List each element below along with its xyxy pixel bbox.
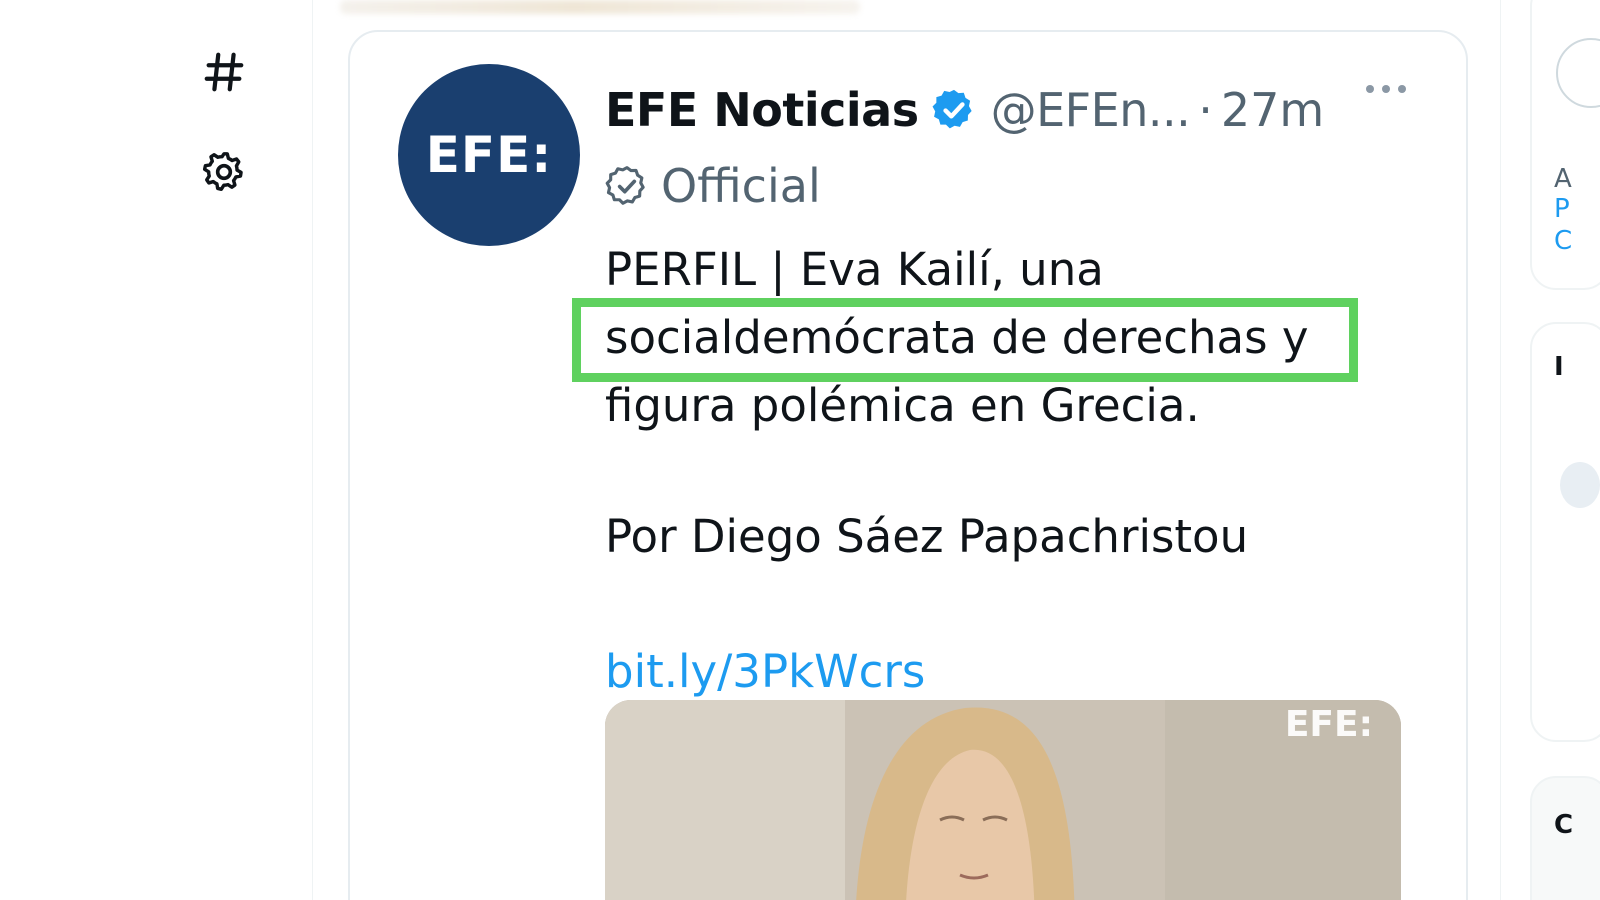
tweet-text-line: PERFIL | Eva Kailí, una bbox=[605, 243, 1104, 296]
right-sidebar-link[interactable]: P bbox=[1554, 194, 1570, 224]
right-sidebar-heading: I bbox=[1554, 352, 1564, 382]
timeline-right-divider bbox=[1500, 0, 1501, 900]
header-separator: · bbox=[1198, 83, 1213, 137]
official-check-icon bbox=[605, 164, 649, 208]
right-sidebar-heading: C bbox=[1554, 810, 1574, 840]
right-sidebar-avatar[interactable] bbox=[1560, 462, 1600, 508]
right-sidebar-circle-button[interactable] bbox=[1556, 38, 1600, 108]
avatar-logo-text: EFE: bbox=[425, 126, 553, 184]
right-sidebar-card bbox=[1530, 322, 1600, 742]
tweet-media-image[interactable]: EFE: bbox=[605, 700, 1401, 900]
tweet-text-line: figura polémica en Grecia. bbox=[605, 379, 1200, 432]
official-label-row: Official bbox=[605, 158, 821, 214]
right-sidebar: A P C I C bbox=[1530, 0, 1600, 900]
tweet-header: EFE Noticias @EFEn... · 27m bbox=[605, 80, 1435, 140]
gear-icon[interactable] bbox=[200, 148, 248, 196]
page: EFE: EFE Noticias @EFEn... · 27m Officia… bbox=[0, 0, 1600, 900]
right-sidebar-text: A bbox=[1554, 164, 1572, 194]
tweet-byline: Por Diego Sáez Papachristou bbox=[605, 510, 1249, 563]
author-handle[interactable]: @EFEn... bbox=[991, 83, 1191, 137]
hashtag-icon[interactable] bbox=[200, 48, 248, 96]
official-label: Official bbox=[661, 159, 821, 213]
media-watermark: EFE: bbox=[1284, 704, 1373, 745]
tweet-card[interactable]: EFE: EFE Noticias @EFEn... · 27m Officia… bbox=[348, 30, 1468, 900]
tweet-text-line: socialdemócrata de derechas y bbox=[605, 311, 1309, 364]
tweet-timestamp[interactable]: 27m bbox=[1221, 83, 1324, 137]
right-sidebar-link[interactable]: C bbox=[1554, 226, 1572, 256]
tweet-link[interactable]: bit.ly/3PkWcrs bbox=[605, 645, 925, 698]
timeline-left-divider bbox=[312, 0, 313, 900]
previous-tweet-edge bbox=[340, 0, 860, 14]
left-nav bbox=[0, 0, 310, 900]
more-options-icon[interactable] bbox=[1356, 76, 1416, 102]
verified-badge-icon bbox=[931, 87, 977, 133]
avatar[interactable]: EFE: bbox=[398, 64, 580, 246]
author-name[interactable]: EFE Noticias bbox=[605, 83, 919, 137]
tweet-text: PERFIL | Eva Kailí, una socialdemócrata … bbox=[605, 236, 1405, 440]
